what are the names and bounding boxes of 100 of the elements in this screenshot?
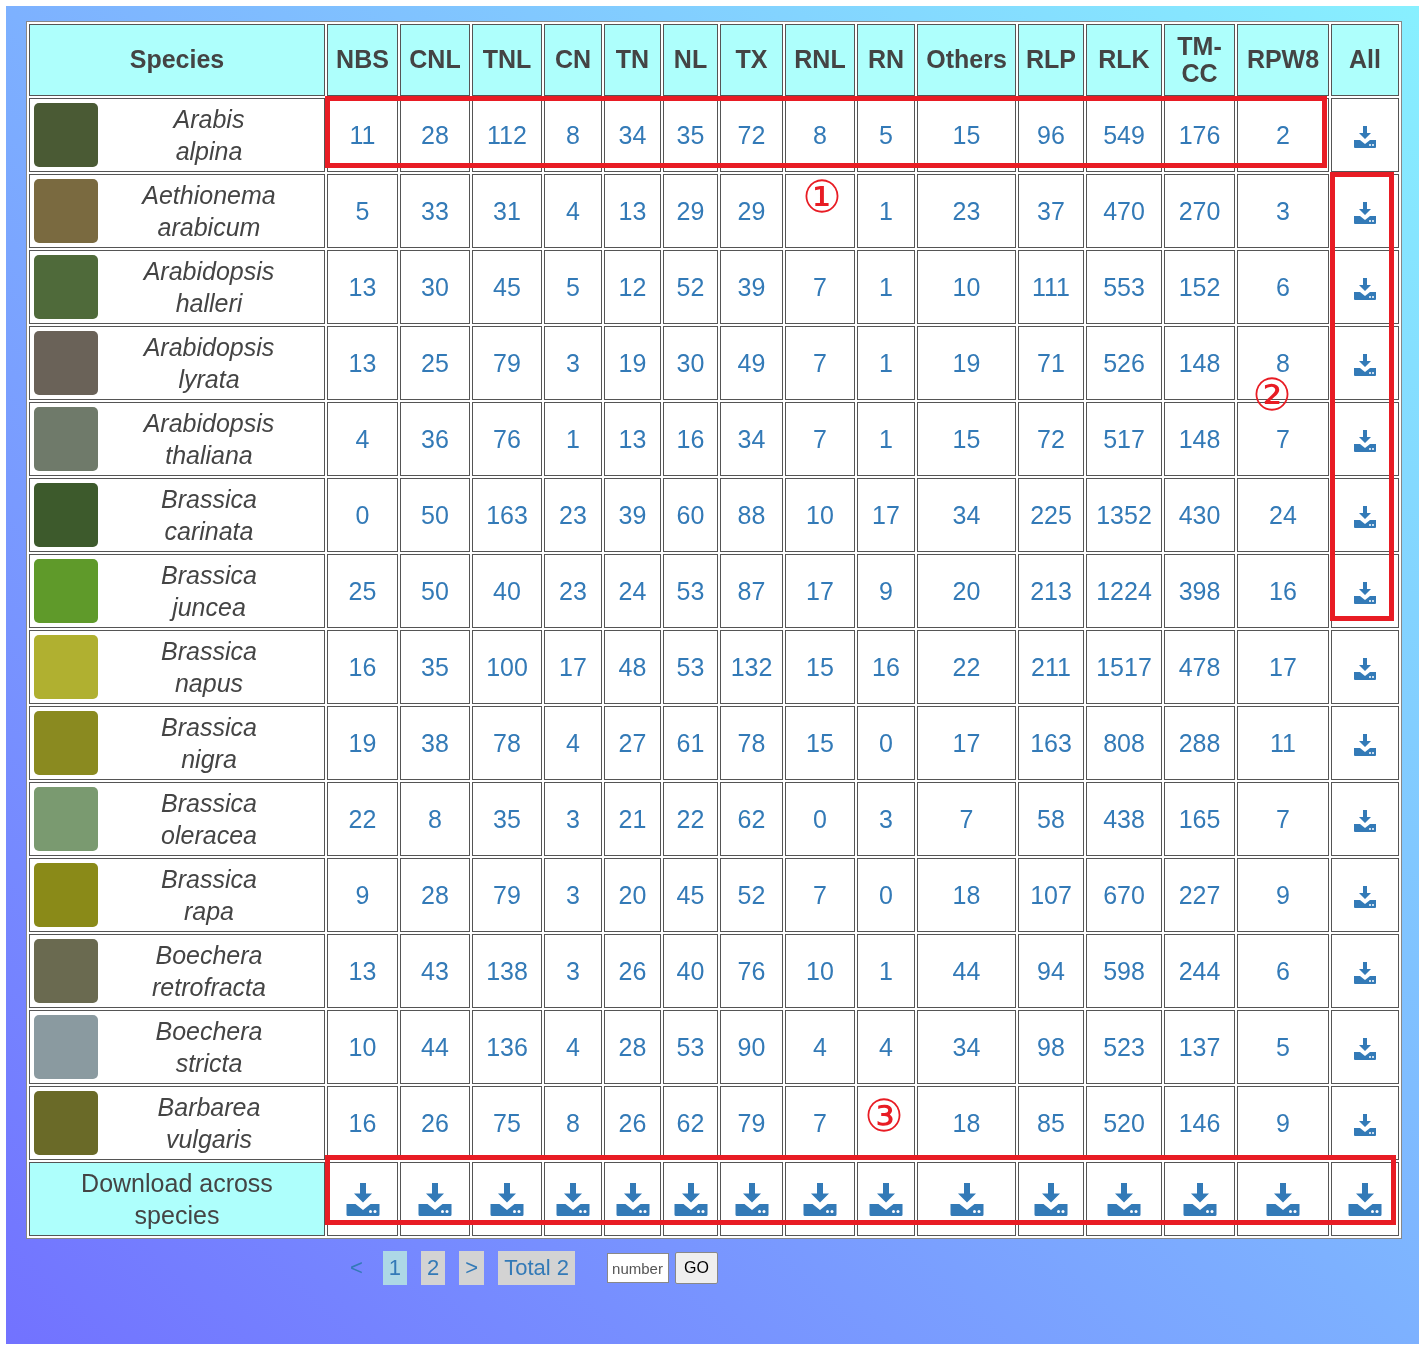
table-cell: 553 bbox=[1086, 250, 1162, 324]
go-button[interactable]: GO bbox=[675, 1252, 718, 1284]
table-cell: 88 bbox=[720, 478, 783, 552]
table-cell: 79 bbox=[472, 326, 542, 400]
table-cell: 94 bbox=[1018, 934, 1084, 1008]
table-cell: 52 bbox=[720, 858, 783, 932]
column-header: CNL bbox=[400, 24, 470, 96]
column-header: RLK bbox=[1086, 24, 1162, 96]
table-cell: 163 bbox=[1018, 706, 1084, 780]
table-cell: 288 bbox=[1164, 706, 1235, 780]
species-name: Brassica rapa bbox=[160, 863, 258, 927]
table-cell: 13 bbox=[327, 326, 398, 400]
table-cell: 26 bbox=[604, 934, 661, 1008]
table-cell: 53 bbox=[663, 1010, 718, 1084]
table-cell: 2 bbox=[1237, 98, 1329, 172]
column-header: NBS bbox=[327, 24, 398, 96]
table-cell: 398 bbox=[1164, 554, 1235, 628]
table-cell: 111 bbox=[1018, 250, 1084, 324]
download-icon bbox=[614, 1182, 651, 1216]
table-cell: 27 bbox=[604, 706, 661, 780]
annotation-number: ③ bbox=[864, 1094, 904, 1138]
table-cell: 526 bbox=[1086, 326, 1162, 400]
table-cell: 17 bbox=[544, 630, 602, 704]
table-cell: 438 bbox=[1086, 782, 1162, 856]
table-cell: 39 bbox=[720, 250, 783, 324]
table-cell: 20 bbox=[604, 858, 661, 932]
table-cell: 138 bbox=[472, 934, 542, 1008]
table-cell: 39 bbox=[604, 478, 661, 552]
table-cell: 96 bbox=[1018, 98, 1084, 172]
table-cell: 23 bbox=[544, 478, 602, 552]
download-icon bbox=[1353, 505, 1377, 528]
photo-placeholder bbox=[34, 103, 98, 167]
table-cell: 670 bbox=[1086, 858, 1162, 932]
table-cell: 148 bbox=[1164, 326, 1235, 400]
table-cell: 49 bbox=[720, 326, 783, 400]
table-cell: 211 bbox=[1018, 630, 1084, 704]
species-name: Brassica oleracea bbox=[160, 787, 258, 851]
table-cell: 38 bbox=[400, 706, 470, 780]
table-cell: 4 bbox=[544, 1010, 602, 1084]
total-pages-label: Total 2 bbox=[498, 1251, 576, 1285]
table-cell: 23 bbox=[917, 174, 1016, 248]
table-cell: 17 bbox=[857, 478, 915, 552]
table-cell: 9 bbox=[327, 858, 398, 932]
table-cell: 430 bbox=[1164, 478, 1235, 552]
table-cell: 7 bbox=[785, 250, 855, 324]
photo-placeholder bbox=[34, 1015, 98, 1079]
column-header: RN bbox=[857, 24, 915, 96]
table-cell: 4 bbox=[785, 1010, 855, 1084]
table-cell: 16 bbox=[857, 630, 915, 704]
table-cell: 0 bbox=[327, 478, 398, 552]
species-name: Brassica carinata bbox=[160, 483, 258, 547]
table-cell: 25 bbox=[327, 554, 398, 628]
table-cell: 24 bbox=[604, 554, 661, 628]
table-cell: 53 bbox=[663, 630, 718, 704]
table-cell: 11 bbox=[327, 98, 398, 172]
download-icon bbox=[1347, 1182, 1383, 1216]
table-cell: 50 bbox=[400, 478, 470, 552]
table-cell: 44 bbox=[917, 934, 1016, 1008]
photo-placeholder bbox=[34, 331, 98, 395]
table-cell: 15 bbox=[785, 630, 855, 704]
table-cell: 17 bbox=[785, 554, 855, 628]
download-icon bbox=[802, 1182, 838, 1216]
table-cell: 549 bbox=[1086, 98, 1162, 172]
page-link[interactable]: 2 bbox=[421, 1251, 446, 1285]
table-cell: 13 bbox=[604, 174, 661, 248]
page-link[interactable]: 1 bbox=[382, 1251, 408, 1285]
photo-placeholder bbox=[34, 635, 98, 699]
table-cell: 165 bbox=[1164, 782, 1235, 856]
table-cell: 7 bbox=[785, 402, 855, 476]
table-cell: 58 bbox=[1018, 782, 1084, 856]
photo-placeholder bbox=[34, 863, 98, 927]
page-number-field[interactable]: number bbox=[607, 1253, 670, 1283]
table-cell: 78 bbox=[472, 706, 542, 780]
table-cell: 0 bbox=[857, 858, 915, 932]
column-header: RPW8 bbox=[1237, 24, 1329, 96]
table-cell: 7 bbox=[785, 326, 855, 400]
table-cell: 163 bbox=[472, 478, 542, 552]
download-icon bbox=[417, 1182, 453, 1216]
table-cell: 8 bbox=[785, 98, 855, 172]
table-cell: 45 bbox=[663, 858, 718, 932]
next-page-link[interactable]: > bbox=[459, 1251, 485, 1285]
table-cell: 62 bbox=[720, 782, 783, 856]
download-icon bbox=[1353, 885, 1377, 908]
table-cell: 1 bbox=[857, 174, 915, 248]
species-name: Arabis alpina bbox=[171, 103, 246, 167]
table-cell: 98 bbox=[1018, 1010, 1084, 1084]
table-cell: 4 bbox=[327, 402, 398, 476]
table-cell: 60 bbox=[663, 478, 718, 552]
photo-placeholder bbox=[34, 255, 98, 319]
table-cell: 808 bbox=[1086, 706, 1162, 780]
table-cell: 34 bbox=[720, 402, 783, 476]
download-icon bbox=[1353, 1037, 1377, 1060]
table-cell: 29 bbox=[720, 174, 783, 248]
table-cell: 225 bbox=[1018, 478, 1084, 552]
column-header: TN bbox=[604, 24, 661, 96]
table-cell: 37 bbox=[1018, 174, 1084, 248]
table-cell: 12 bbox=[604, 250, 661, 324]
table-cell: 1 bbox=[857, 402, 915, 476]
species-name: Boechera stricta bbox=[154, 1015, 264, 1079]
table-cell: 30 bbox=[400, 250, 470, 324]
